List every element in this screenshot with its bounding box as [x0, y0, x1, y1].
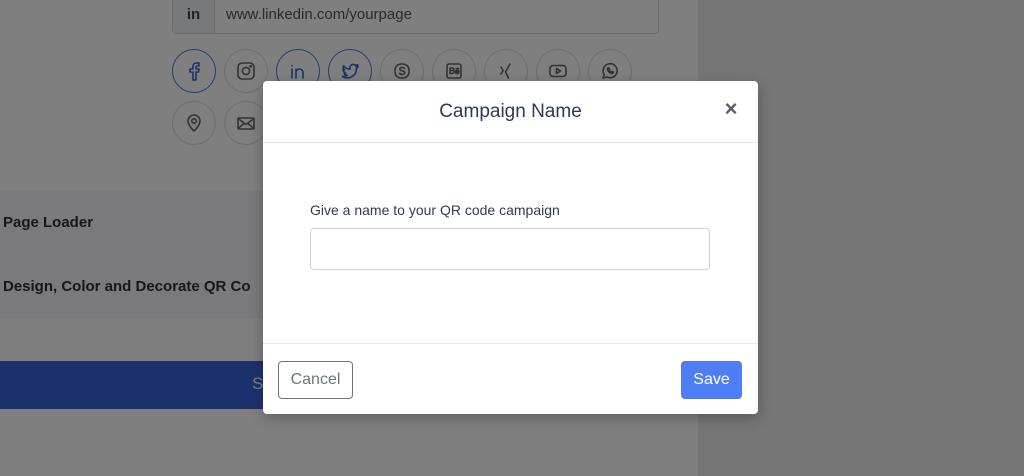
modal-title: Campaign Name — [439, 101, 582, 122]
campaign-name-label: Give a name to your QR code campaign — [310, 202, 560, 218]
modal-header: Campaign Name × — [263, 81, 758, 143]
campaign-name-modal: Campaign Name × Give a name to your QR c… — [263, 81, 758, 414]
cancel-button[interactable]: Cancel — [278, 361, 353, 399]
save-button[interactable]: Save — [681, 361, 742, 399]
campaign-name-input[interactable] — [310, 228, 710, 270]
modal-footer: Cancel Save — [263, 344, 758, 413]
close-icon[interactable]: × — [719, 96, 743, 121]
modal-body: Give a name to your QR code campaign — [263, 143, 758, 344]
